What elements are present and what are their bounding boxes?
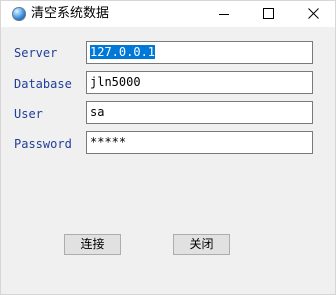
user-input-value: sa <box>90 105 105 119</box>
title-bar: 清空系统数据 <box>1 1 335 27</box>
password-input[interactable]: ***** <box>86 131 313 154</box>
minimize-icon <box>219 14 229 15</box>
close-window-button[interactable] <box>291 1 335 27</box>
server-input-value: 127.0.0.1 <box>90 45 156 59</box>
maximize-icon <box>263 8 274 19</box>
minimize-button[interactable] <box>202 1 246 27</box>
maximize-button[interactable] <box>246 1 290 27</box>
close-icon <box>308 8 319 19</box>
connect-button[interactable]: 连接 <box>64 234 121 255</box>
password-input-value: ***** <box>90 135 127 149</box>
dialog-window: 清空系统数据 Server 127.0.0.1 Database jln5000… <box>0 0 336 295</box>
server-label: Server <box>14 46 58 60</box>
database-label: Database <box>14 77 72 91</box>
user-input[interactable]: sa <box>86 101 313 124</box>
server-input[interactable]: 127.0.0.1 <box>86 41 313 64</box>
user-label: User <box>14 107 43 121</box>
database-input[interactable]: jln5000 <box>86 71 313 94</box>
close-button[interactable]: 关闭 <box>173 234 230 255</box>
database-input-value: jln5000 <box>90 75 141 89</box>
app-globe-icon <box>12 7 26 21</box>
window-title: 清空系统数据 <box>31 6 110 21</box>
password-label: Password <box>14 137 72 151</box>
